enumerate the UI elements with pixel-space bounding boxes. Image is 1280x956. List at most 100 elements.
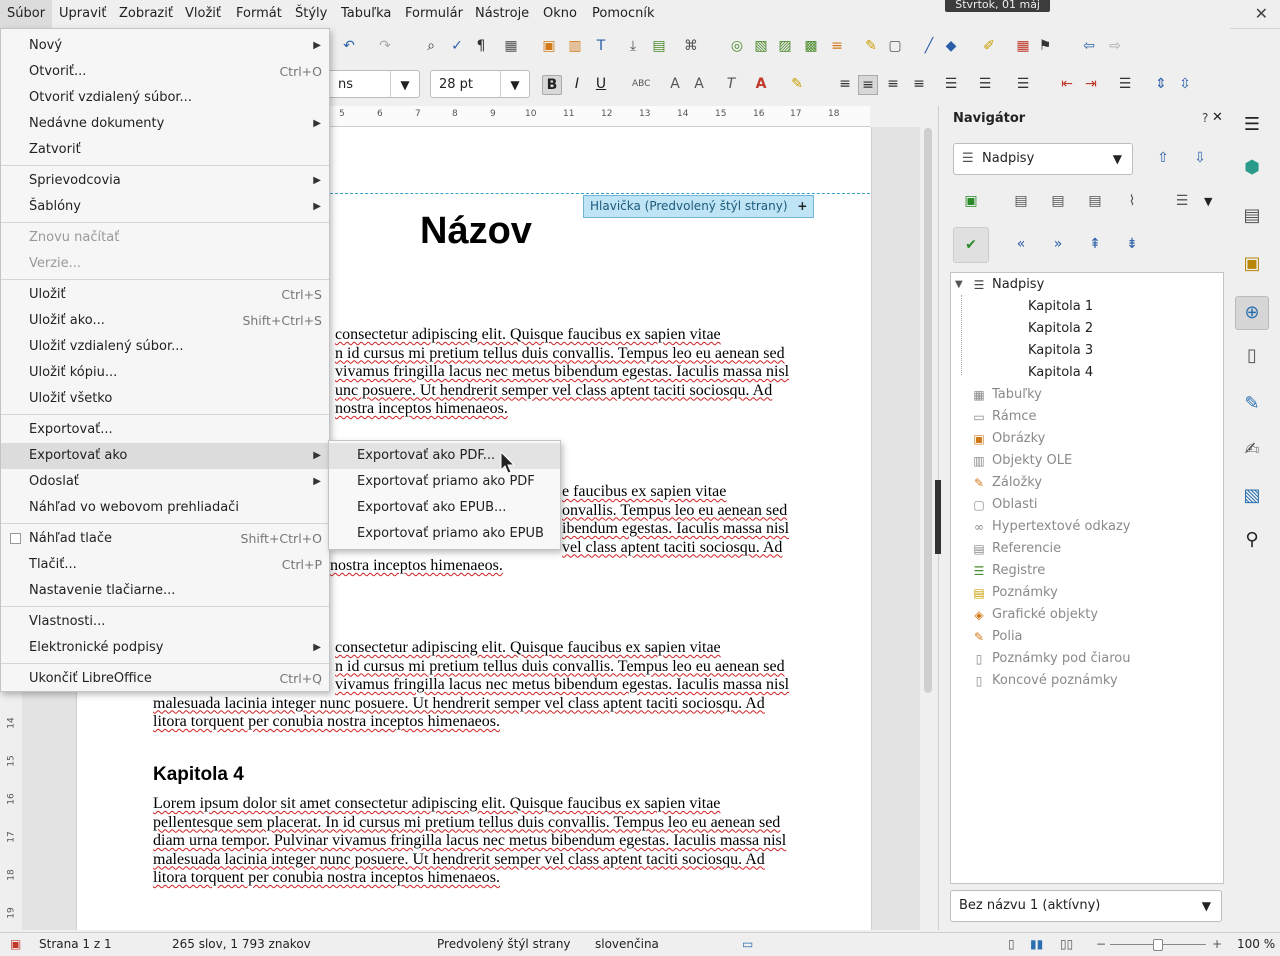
paragraph-1[interactable]: consectetur adipiscing elit. Quisque fau… — [335, 326, 795, 419]
underline-icon[interactable]: U — [592, 75, 610, 93]
single-page-view-icon[interactable]: ▯ — [1008, 933, 1015, 956]
insert-table-icon[interactable]: ▦ — [502, 37, 520, 55]
page-break-icon[interactable]: ⤓ — [624, 37, 642, 55]
tree-category-hyperlinks[interactable]: Hypertextové odkazy — [992, 516, 1131, 538]
tree-root-headings[interactable]: Nadpisy — [992, 274, 1044, 296]
drag-mode-icon[interactable]: ▣ — [962, 192, 980, 210]
bullets-icon[interactable]: ☰ — [942, 75, 960, 93]
sidebar-menu-icon[interactable]: ☰ — [1240, 113, 1264, 137]
spelling-icon[interactable]: ✓ — [448, 37, 466, 55]
menu-item-save-as[interactable]: Uložiť ako... Shift+Ctrl+S — [1, 308, 329, 334]
navigator-category-select[interactable]: ☰ Nadpisy ▼ — [953, 143, 1133, 175]
vertical-scrollbar[interactable] — [924, 128, 932, 693]
menu-format[interactable]: Formát — [229, 0, 289, 28]
properties-icon[interactable]: ⬢ — [1240, 156, 1264, 180]
font-name-combo[interactable]: ns ▼ — [330, 70, 420, 98]
demote-level-icon[interactable]: » — [1049, 235, 1067, 253]
chevron-down-icon[interactable]: ▼ — [1204, 195, 1212, 208]
panel-collapse-handle[interactable] — [935, 480, 941, 554]
page-icon[interactable]: ▤ — [1240, 204, 1264, 228]
paragraph-2[interactable]: e faucibus ex sapien vitae onvallis. Tem… — [330, 483, 797, 576]
shrink-font-icon[interactable]: A — [690, 75, 708, 93]
tree-category-ole[interactable]: Objekty OLE — [992, 450, 1072, 472]
document-title[interactable]: Názov — [420, 210, 532, 253]
outline-level-icon[interactable]: ☰ — [1173, 192, 1191, 210]
paragraph-4[interactable]: Lorem ipsum dolor sit amet consectetur a… — [153, 795, 793, 888]
tree-category-fields[interactable]: Polia — [992, 626, 1023, 648]
bookmark-icon[interactable]: ▩ — [802, 37, 820, 55]
undo-icon[interactable]: ↶ — [340, 37, 358, 55]
tree-category-references[interactable]: Referencie — [992, 538, 1061, 560]
menu-form[interactable]: Formulár — [398, 0, 470, 28]
cross-reference-icon[interactable]: ≡ — [828, 37, 846, 55]
insert-field-icon[interactable]: ▤ — [650, 37, 668, 55]
tree-item-heading[interactable]: Kapitola 1 — [1028, 296, 1093, 318]
multi-page-view-icon[interactable]: ▮▮ — [1030, 933, 1043, 956]
menu-item-send[interactable]: Odoslať ▶ — [1, 469, 329, 495]
navigator-icon[interactable]: ⊕ — [1235, 296, 1269, 330]
menu-insert[interactable]: Vložiť — [178, 0, 228, 28]
menu-item-recent[interactable]: Nedávne dokumenty ▶ — [1, 111, 329, 137]
language[interactable]: slovenčina — [595, 933, 659, 956]
zoom-slider-handle[interactable] — [1153, 939, 1163, 951]
selection-mode-icon[interactable]: ▭ — [742, 933, 753, 956]
menu-styles[interactable]: Štýly — [288, 0, 334, 28]
highlight-icon[interactable]: ✎ — [788, 75, 806, 93]
grow-font-icon[interactable]: A — [666, 75, 684, 93]
menu-item-export[interactable]: Exportovať... — [1, 417, 329, 443]
reduce-spacing-icon[interactable]: ⇳ — [1176, 75, 1194, 93]
tree-category-drawing-objects[interactable]: Grafické objekty — [992, 604, 1098, 626]
save-status-icon[interactable]: ▣ — [10, 933, 21, 956]
menu-table[interactable]: Tabuľka — [334, 0, 398, 28]
navigator-tree[interactable]: ▼ ☰ Nadpisy Kapitola 1 Kapitola 2 Kapito… — [950, 272, 1224, 884]
checkbox-icon[interactable] — [10, 533, 21, 544]
paragraph-spacing-icon[interactable]: ⇕ — [1152, 75, 1170, 93]
strikethrough-icon[interactable]: ABC — [632, 75, 650, 93]
justify-icon[interactable]: ≡ — [910, 75, 928, 93]
chevron-down-icon[interactable]: ▼ — [1202, 891, 1211, 921]
chapter-4-heading[interactable]: Kapitola 4 — [153, 764, 244, 786]
menu-item-save[interactable]: Uložiť Ctrl+S — [1, 282, 329, 308]
navigator-document-select[interactable]: Bez názvu 1 (aktívny) ▼ — [950, 890, 1222, 922]
demote-chapter-icon[interactable]: ▤ — [1049, 192, 1067, 210]
menu-item-export-as[interactable]: Exportovať ako ▶ — [1, 443, 329, 469]
insert-chart-icon[interactable]: ▥ — [566, 37, 584, 55]
close-window-icon[interactable]: ✕ — [1255, 4, 1268, 23]
design-icon[interactable]: ▧ — [1240, 484, 1264, 508]
attachment-icon[interactable]: ⌇ — [1123, 192, 1141, 210]
tree-category-sections[interactable]: Oblasti — [992, 494, 1038, 516]
menu-file[interactable]: Súbor — [0, 0, 53, 28]
italic-icon[interactable]: I — [568, 75, 586, 93]
submenu-item-export-pdf[interactable]: Exportovať ako PDF... — [329, 443, 560, 469]
menu-item-save-remote[interactable]: Uložiť vzdialený súbor... — [1, 334, 329, 360]
content-navigation-icon[interactable]: ✔ — [953, 227, 989, 263]
tree-category-comments[interactable]: Poznámky — [992, 582, 1058, 604]
promote-level-icon[interactable]: « — [1012, 235, 1030, 253]
arrow-down-icon[interactable]: ⇩ — [1191, 149, 1209, 167]
menu-edit[interactable]: Upraviť — [52, 0, 113, 28]
find-binoculars-icon[interactable]: ⚲ — [1240, 528, 1264, 552]
manage-changes-icon[interactable]: ✍ — [1240, 438, 1264, 462]
formatting-marks-icon[interactable]: ¶ — [472, 37, 490, 55]
insert-textbox-icon[interactable]: T — [592, 37, 610, 55]
horizontal-ruler[interactable]: 5 6 7 8 9 10 11 12 13 14 15 16 17 18 — [330, 106, 870, 127]
page-count[interactable]: Strana 1 z 1 — [39, 933, 112, 956]
menu-item-templates[interactable]: Šablóny ▶ — [1, 194, 329, 220]
increase-indent-icon[interactable]: ⇥ — [1082, 75, 1100, 93]
submenu-item-export-epub[interactable]: Exportovať ako EPUB... — [329, 495, 560, 521]
book-view-icon[interactable]: ▯▯ — [1060, 933, 1073, 956]
menu-item-digital-signatures[interactable]: Elektronické podpisy ▶ — [1, 635, 329, 661]
decrease-indent-icon[interactable]: ⇤ — [1058, 75, 1076, 93]
styles-icon[interactable]: ✎ — [1240, 392, 1264, 416]
menu-item-reload[interactable]: Znovu načítať — [1, 225, 329, 251]
flag-icon[interactable]: ⚑ — [1036, 37, 1054, 55]
comment-icon[interactable]: ✎ — [862, 37, 880, 55]
menu-help[interactable]: Pomocník — [585, 0, 661, 28]
menu-item-exit[interactable]: Ukončiť LibreOffice Ctrl+Q — [1, 666, 329, 692]
tree-item-heading[interactable]: Kapitola 2 — [1028, 318, 1093, 340]
arrow-up-icon[interactable]: ⇧ — [1154, 149, 1172, 167]
chevron-down-icon[interactable]: ▼ — [500, 71, 529, 97]
tree-item-heading[interactable]: Kapitola 3 — [1028, 340, 1093, 362]
zoom-level[interactable]: 100 % — [1237, 933, 1275, 956]
move-heading-up-icon[interactable]: ⇞ — [1086, 235, 1104, 253]
